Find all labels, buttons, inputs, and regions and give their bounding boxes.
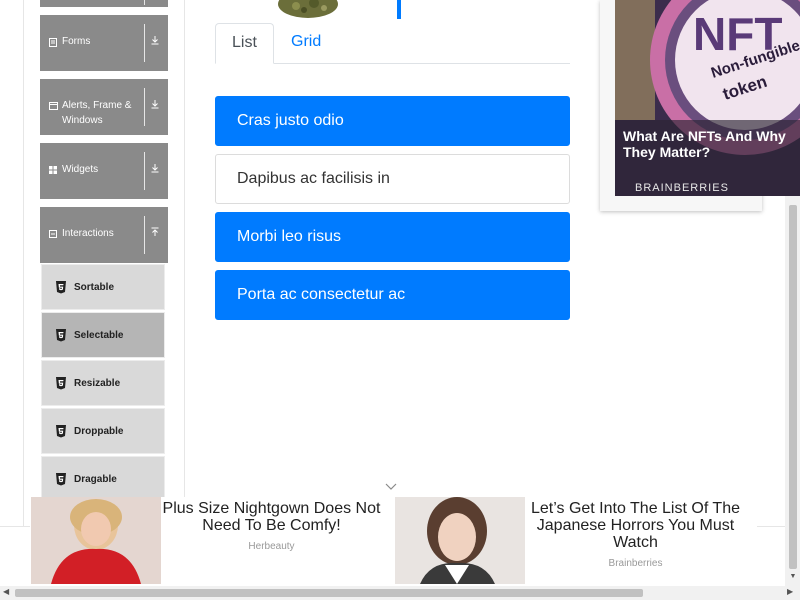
- horizontal-scrollbar-thumb[interactable]: [15, 589, 643, 597]
- sidebar-item-label: Droppable: [74, 426, 124, 437]
- ad-brand: Brainberries: [608, 558, 663, 569]
- group-separator: [144, 152, 145, 190]
- list-item[interactable]: Cras justo odio: [215, 96, 570, 146]
- html5-icon: [55, 473, 67, 486]
- tab-grid[interactable]: Grid: [275, 23, 337, 64]
- sidebar-item-droppable[interactable]: Droppable: [41, 408, 165, 454]
- nft-ad-image[interactable]: NFT Non-fungible token: [615, 0, 800, 196]
- download-icon[interactable]: [148, 35, 162, 49]
- download-icon[interactable]: [148, 99, 162, 113]
- accent-bar: [397, 0, 401, 19]
- ad-brand: Herbeauty: [248, 541, 295, 552]
- ad-headline[interactable]: Plus Size Nightgown Does Not Need To Be …: [161, 500, 382, 534]
- sidebar-item-label: Dragable: [74, 474, 117, 485]
- group-separator: [144, 24, 145, 62]
- html5-icon: [55, 425, 67, 438]
- list-item[interactable]: Porta ac consectetur ac: [215, 270, 570, 320]
- sidebar-item-label: Selectable: [74, 330, 124, 341]
- vertical-scrollbar-thumb[interactable]: [789, 205, 797, 569]
- ad-title[interactable]: What Are NFTs And Why They Matter?: [623, 128, 800, 160]
- widgets-icon: [49, 166, 58, 175]
- ad-headline[interactable]: Let’s Get Into The List Of The Japanese …: [526, 500, 745, 551]
- sidebar-item-sortable[interactable]: Sortable: [41, 264, 165, 310]
- interactions-icon: [49, 230, 58, 239]
- form-icon: [49, 38, 58, 47]
- scroll-down-arrow-icon[interactable]: ▼: [788, 573, 798, 580]
- scroll-right-arrow-icon[interactable]: ▶: [787, 587, 793, 596]
- ad-source: BRAINBERRIES: [635, 182, 729, 194]
- list-item[interactable]: Dapibus ac facilisis in: [215, 154, 570, 204]
- sidebar-group-label: Widgets: [62, 164, 99, 175]
- sidebar-group-widgets[interactable]: Widgets: [40, 143, 168, 199]
- group-separator: [144, 0, 145, 5]
- sidebar-item-selectable[interactable]: Selectable: [41, 312, 165, 358]
- group-separator: [144, 216, 145, 254]
- header-image: [272, 0, 344, 20]
- html5-icon: [55, 281, 67, 294]
- sidebar-item-dragable[interactable]: Dragable: [41, 456, 165, 502]
- sidebar-group-elements-partial[interactable]: [40, 0, 168, 7]
- sidebar-group-label: Forms: [62, 36, 91, 47]
- upload-icon[interactable]: [148, 227, 162, 241]
- scroll-left-arrow-icon[interactable]: ◀: [3, 587, 9, 596]
- sidebar-group-forms[interactable]: Forms: [40, 15, 168, 71]
- html5-icon: [55, 329, 67, 342]
- sidebar-item-label: Sortable: [74, 282, 115, 293]
- ad-thumbnail-japanese-horror[interactable]: [395, 497, 525, 584]
- window-icon: [49, 102, 58, 111]
- sidebar-group-label: Alerts, Frame & Windows: [62, 100, 132, 126]
- html5-icon: [55, 377, 67, 390]
- tab-list[interactable]: List: [215, 23, 274, 64]
- sidebar-group-alerts-frame-windows[interactable]: Alerts, Frame & Windows: [40, 79, 168, 135]
- sidebar-group-label: Interactions: [62, 228, 114, 239]
- ad-thumbnail-nightgown[interactable]: [31, 497, 161, 584]
- group-separator: [144, 88, 145, 126]
- sidebar-item-label: Resizable: [74, 378, 121, 389]
- chevron-down-icon[interactable]: [385, 478, 397, 490]
- sidebar-item-resizable[interactable]: Resizable: [41, 360, 165, 406]
- sidebar-group-interactions[interactable]: Interactions: [40, 207, 168, 263]
- list-item[interactable]: Morbi leo risus: [215, 212, 570, 262]
- download-icon[interactable]: [148, 163, 162, 177]
